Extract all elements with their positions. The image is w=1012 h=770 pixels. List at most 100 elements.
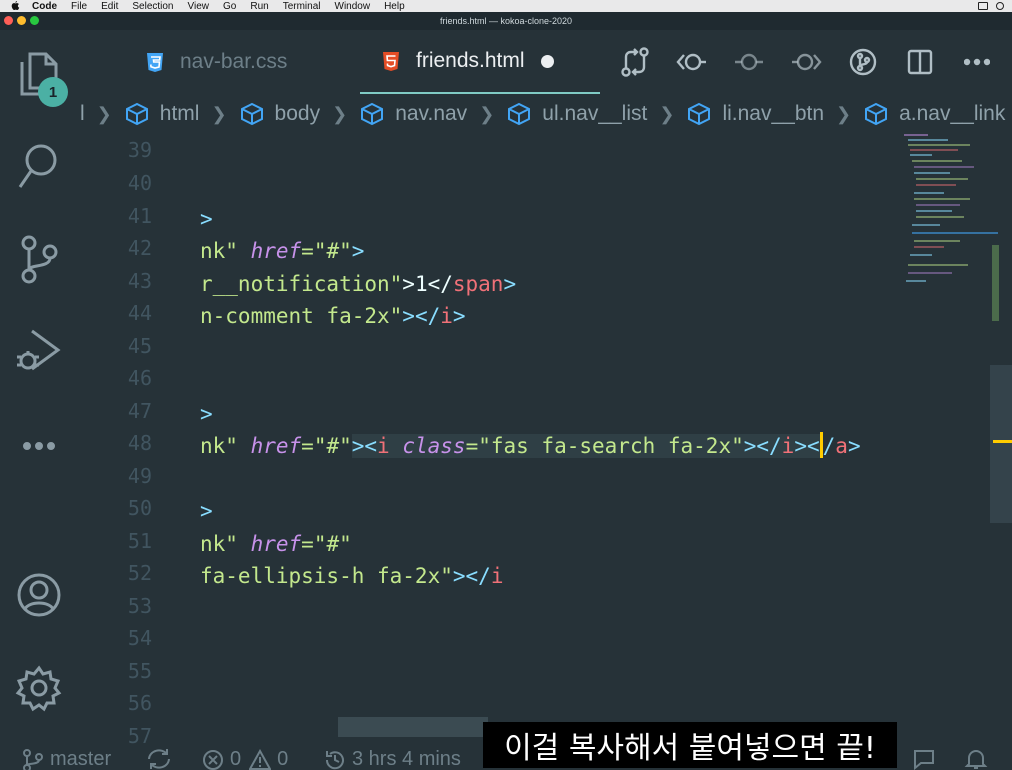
run-debug-icon	[17, 329, 61, 371]
gitlens-icon	[849, 48, 876, 76]
source-control-button[interactable]	[0, 234, 78, 284]
menu-help[interactable]: Help	[384, 1, 405, 12]
activity-bar: 1	[0, 30, 78, 770]
code-line: >	[200, 499, 213, 523]
line-number: 57	[127, 724, 152, 744]
line-number: 52	[127, 561, 152, 585]
account-icon	[17, 573, 61, 617]
run-debug-button[interactable]	[0, 325, 78, 375]
bell-icon	[964, 750, 988, 769]
editor-tabs: nav-bar.css friends.html	[78, 30, 1012, 94]
code-editor[interactable]: 39 40 41 42 43 44 45 46 47 48 49 50 51 5…	[78, 134, 990, 744]
feedback-button[interactable]	[912, 748, 942, 770]
line-number: 56	[127, 691, 152, 715]
breadcrumb: l ❯ html ❯ body ❯ nav.nav ❯ ul.nav__list…	[78, 94, 1012, 134]
split-editor-button[interactable]	[891, 46, 948, 78]
more-actions-button[interactable]	[948, 46, 1005, 78]
problems-status[interactable]: 0 0	[202, 748, 288, 770]
go-back-change-icon	[675, 53, 706, 71]
vertical-scrollbar[interactable]	[990, 365, 1012, 523]
chevron-right-icon: ❯	[332, 103, 348, 124]
ellipsis-icon	[23, 442, 55, 450]
line-number: 51	[127, 529, 152, 553]
menu-run[interactable]: Run	[250, 1, 268, 12]
cube-icon	[125, 102, 148, 126]
current-change-button[interactable]	[720, 46, 777, 78]
go-forward-change-icon	[791, 53, 822, 71]
line-number: 45	[127, 334, 152, 358]
code-line: nk" href="#"	[200, 532, 352, 556]
open-changes-button[interactable]	[606, 46, 663, 78]
tab-label: nav-bar.css	[180, 50, 288, 73]
line-number: 49	[127, 464, 152, 488]
apple-icon[interactable]	[10, 1, 20, 11]
previous-change-button[interactable]	[663, 46, 720, 78]
more-views-button[interactable]	[0, 426, 78, 466]
accounts-button[interactable]	[0, 572, 78, 618]
notifications-button[interactable]	[964, 748, 994, 770]
breadcrumb-item[interactable]: a.nav__link	[863, 102, 1005, 126]
ellipsis-icon	[963, 58, 990, 66]
explorer-badge: 1	[38, 77, 68, 107]
split-editor-icon	[907, 49, 932, 75]
menu-terminal[interactable]: Terminal	[283, 1, 321, 12]
unsaved-dot-icon[interactable]	[540, 54, 554, 68]
tab-friends-html[interactable]: friends.html	[360, 30, 600, 94]
html5-icon	[380, 50, 402, 72]
gear-icon	[15, 665, 62, 712]
chevron-right-icon: ❯	[96, 103, 112, 124]
error-icon	[203, 749, 223, 770]
tab-label: friends.html	[416, 49, 525, 72]
minimap[interactable]	[900, 134, 998, 294]
close-window-button[interactable]	[4, 16, 13, 25]
line-number: 46	[127, 366, 152, 390]
next-change-button[interactable]	[777, 46, 834, 78]
menu-go[interactable]: Go	[223, 1, 236, 12]
menu-selection[interactable]: Selection	[132, 1, 173, 12]
minimize-window-button[interactable]	[17, 16, 26, 25]
cube-icon	[240, 102, 263, 126]
search-icon	[18, 144, 57, 188]
gitlens-button[interactable]	[834, 46, 891, 78]
code-line: >	[200, 402, 213, 426]
breadcrumb-item[interactable]: html	[124, 102, 199, 126]
chevron-right-icon: ❯	[211, 103, 227, 124]
line-number: 43	[127, 269, 152, 293]
git-commit-icon	[734, 53, 763, 71]
breadcrumb-item[interactable]: l	[80, 102, 85, 126]
window-titlebar: friends.html — kokoa-clone-2020	[0, 12, 1012, 30]
line-number: 50	[127, 496, 152, 520]
menu-edit[interactable]: Edit	[101, 1, 118, 12]
video-subtitle: 이걸 복사해서 붙여넣으면 끝!	[483, 722, 897, 768]
breadcrumb-item[interactable]: ul.nav__list	[506, 102, 647, 126]
tab-nav-bar-css[interactable]: nav-bar.css	[144, 30, 287, 94]
sync-button[interactable]	[146, 748, 178, 770]
horizontal-scrollbar[interactable]	[338, 717, 488, 737]
line-number: 39	[127, 138, 152, 162]
breadcrumb-item[interactable]: li.nav__btn	[686, 102, 824, 126]
cube-icon	[361, 102, 384, 126]
breadcrumb-item[interactable]: body	[239, 102, 320, 126]
menu-app-code[interactable]: Code	[32, 1, 57, 12]
chevron-right-icon: ❯	[836, 103, 852, 124]
cursor-position-marker	[993, 440, 1012, 443]
breadcrumb-item[interactable]: nav.nav	[359, 102, 467, 126]
warning-icon	[249, 748, 272, 770]
git-branch-status[interactable]: master	[22, 748, 111, 770]
code-line: fa-ellipsis-h fa-2x"></i	[200, 564, 504, 588]
chevron-right-icon: ❯	[659, 103, 675, 124]
cube-icon	[508, 102, 531, 126]
line-number: 42	[127, 236, 152, 260]
manage-settings-button[interactable]	[0, 664, 78, 712]
search-button[interactable]	[0, 142, 78, 192]
clock-history-icon	[325, 750, 344, 769]
menu-file[interactable]: File	[71, 1, 87, 12]
zoom-window-button[interactable]	[30, 16, 39, 25]
wakatime-status[interactable]: 3 hrs 4 mins	[324, 748, 461, 770]
menu-window[interactable]: Window	[335, 1, 371, 12]
control-center-icon[interactable]	[996, 2, 1004, 10]
git-branch-icon	[21, 235, 58, 284]
cube-icon	[865, 102, 888, 126]
menu-view[interactable]: View	[188, 1, 210, 12]
screen-record-icon[interactable]	[978, 2, 988, 10]
